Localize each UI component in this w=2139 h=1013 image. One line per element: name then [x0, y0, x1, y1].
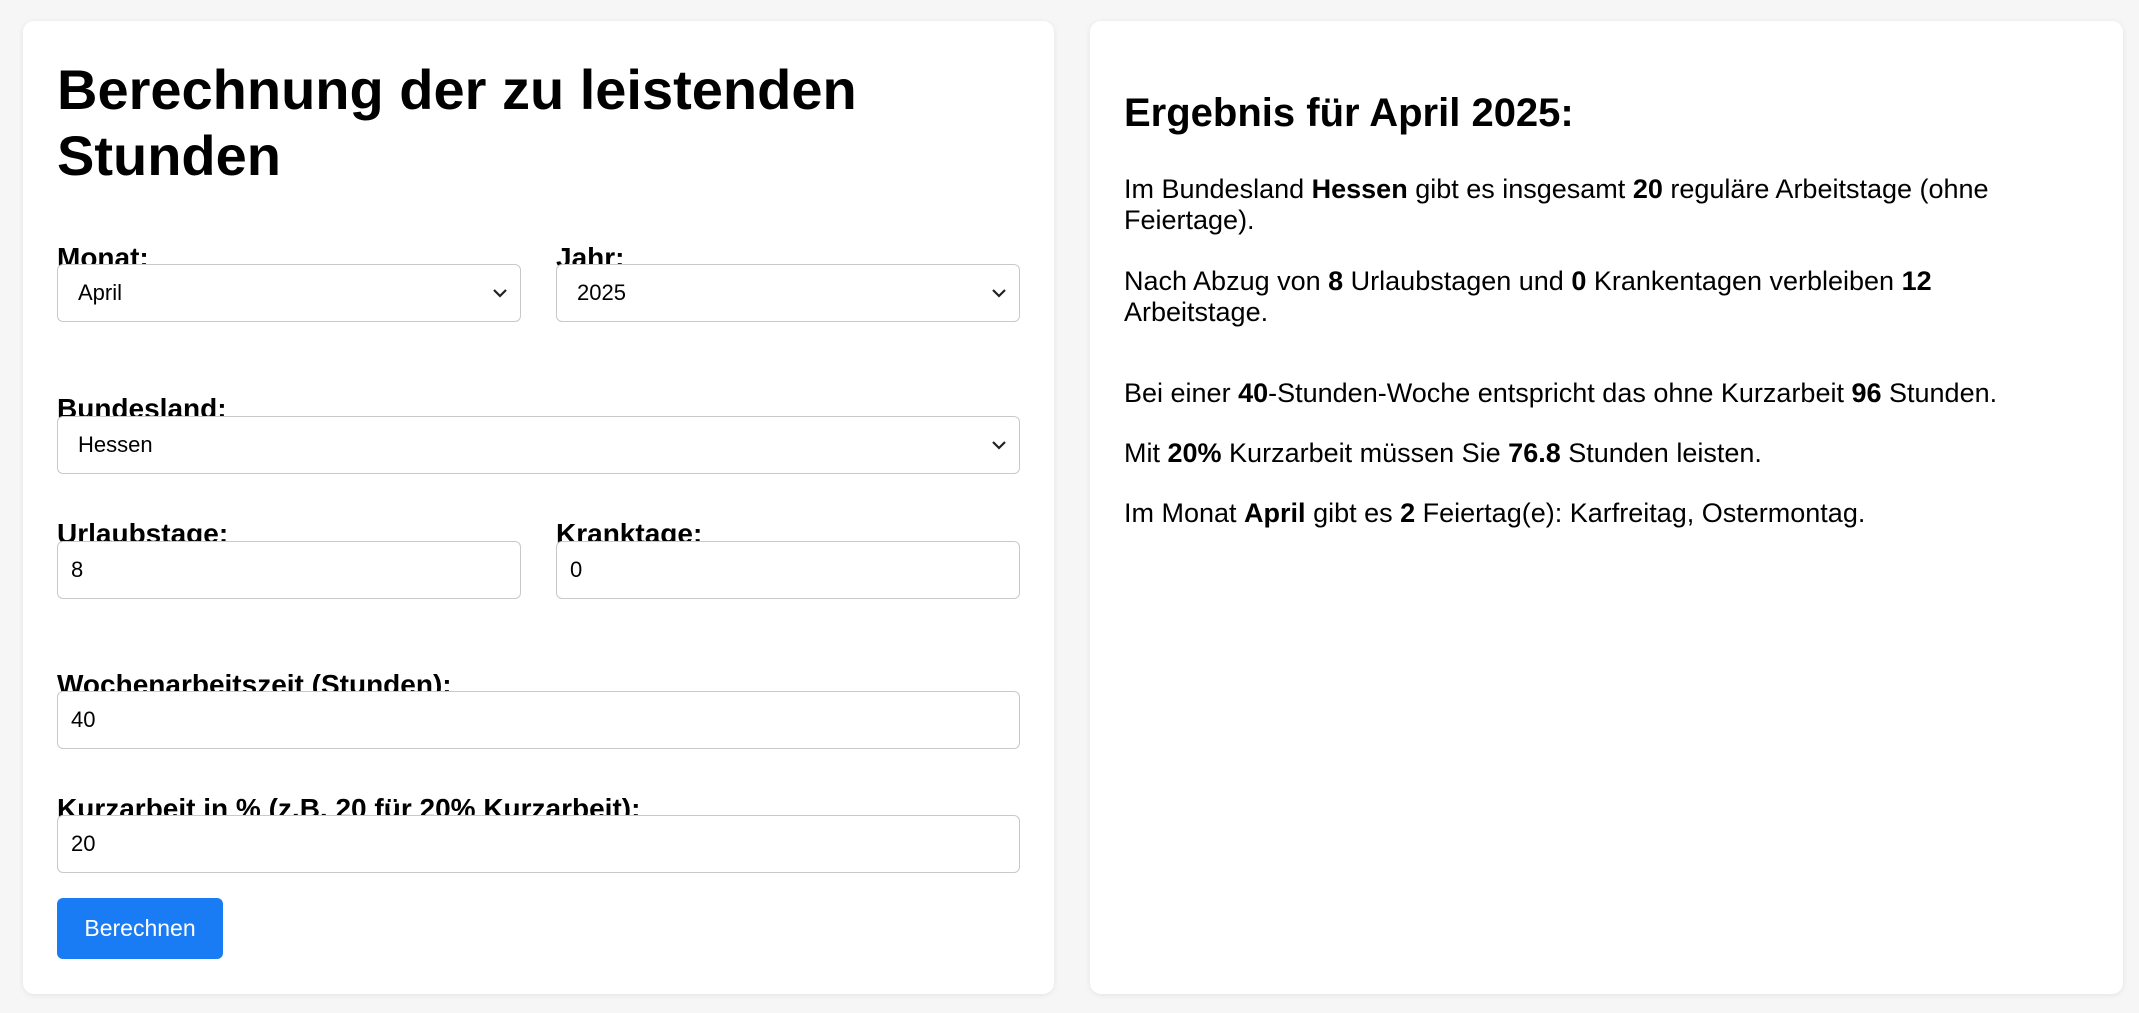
result-short-time-text: Mit 20% Kurzarbeit müssen Sie 76.8 Stund… — [1124, 438, 1762, 468]
sick-input[interactable]: 0 — [556, 541, 1020, 599]
page-title: Berechnung der zu leistenden Stunden — [57, 58, 857, 187]
weekly-hours-input[interactable]: 40 — [57, 691, 1020, 749]
state-select-value: Hessen — [78, 432, 153, 457]
chevron-down-icon — [992, 441, 1006, 450]
year-select[interactable]: 2025 — [556, 264, 1020, 322]
result-title: Ergebnis für April 2025: — [1124, 91, 1574, 135]
calculate-button[interactable]: Berechnen — [57, 898, 223, 959]
month-select-value: April — [78, 280, 123, 305]
result-remaining-text: Nach Abzug von 8 Urlaubstagen und 0 Kran… — [1124, 266, 1932, 327]
vacation-input[interactable]: 8 — [57, 541, 521, 599]
result-panel: Ergebnis für April 2025: Im Bundesland H… — [1090, 21, 2123, 994]
chevron-down-icon — [493, 289, 507, 298]
result-hours-text: Bei einer 40-Stunden-Woche entspricht da… — [1124, 378, 1998, 408]
calculator-form-panel: Berechnung der zu leistenden Stunden Mon… — [23, 21, 1054, 994]
state-select[interactable]: Hessen — [57, 416, 1020, 474]
year-select-value: 2025 — [577, 280, 626, 305]
chevron-down-icon — [992, 289, 1006, 298]
month-select[interactable]: April — [57, 264, 521, 322]
result-workdays-text: Im Bundesland Hessen gibt es insgesamt 2… — [1124, 174, 1989, 235]
short-time-input[interactable]: 20 — [57, 815, 1020, 873]
result-holidays-text: Im Monat April gibt es 2 Feiertag(e): Ka… — [1124, 498, 1866, 528]
